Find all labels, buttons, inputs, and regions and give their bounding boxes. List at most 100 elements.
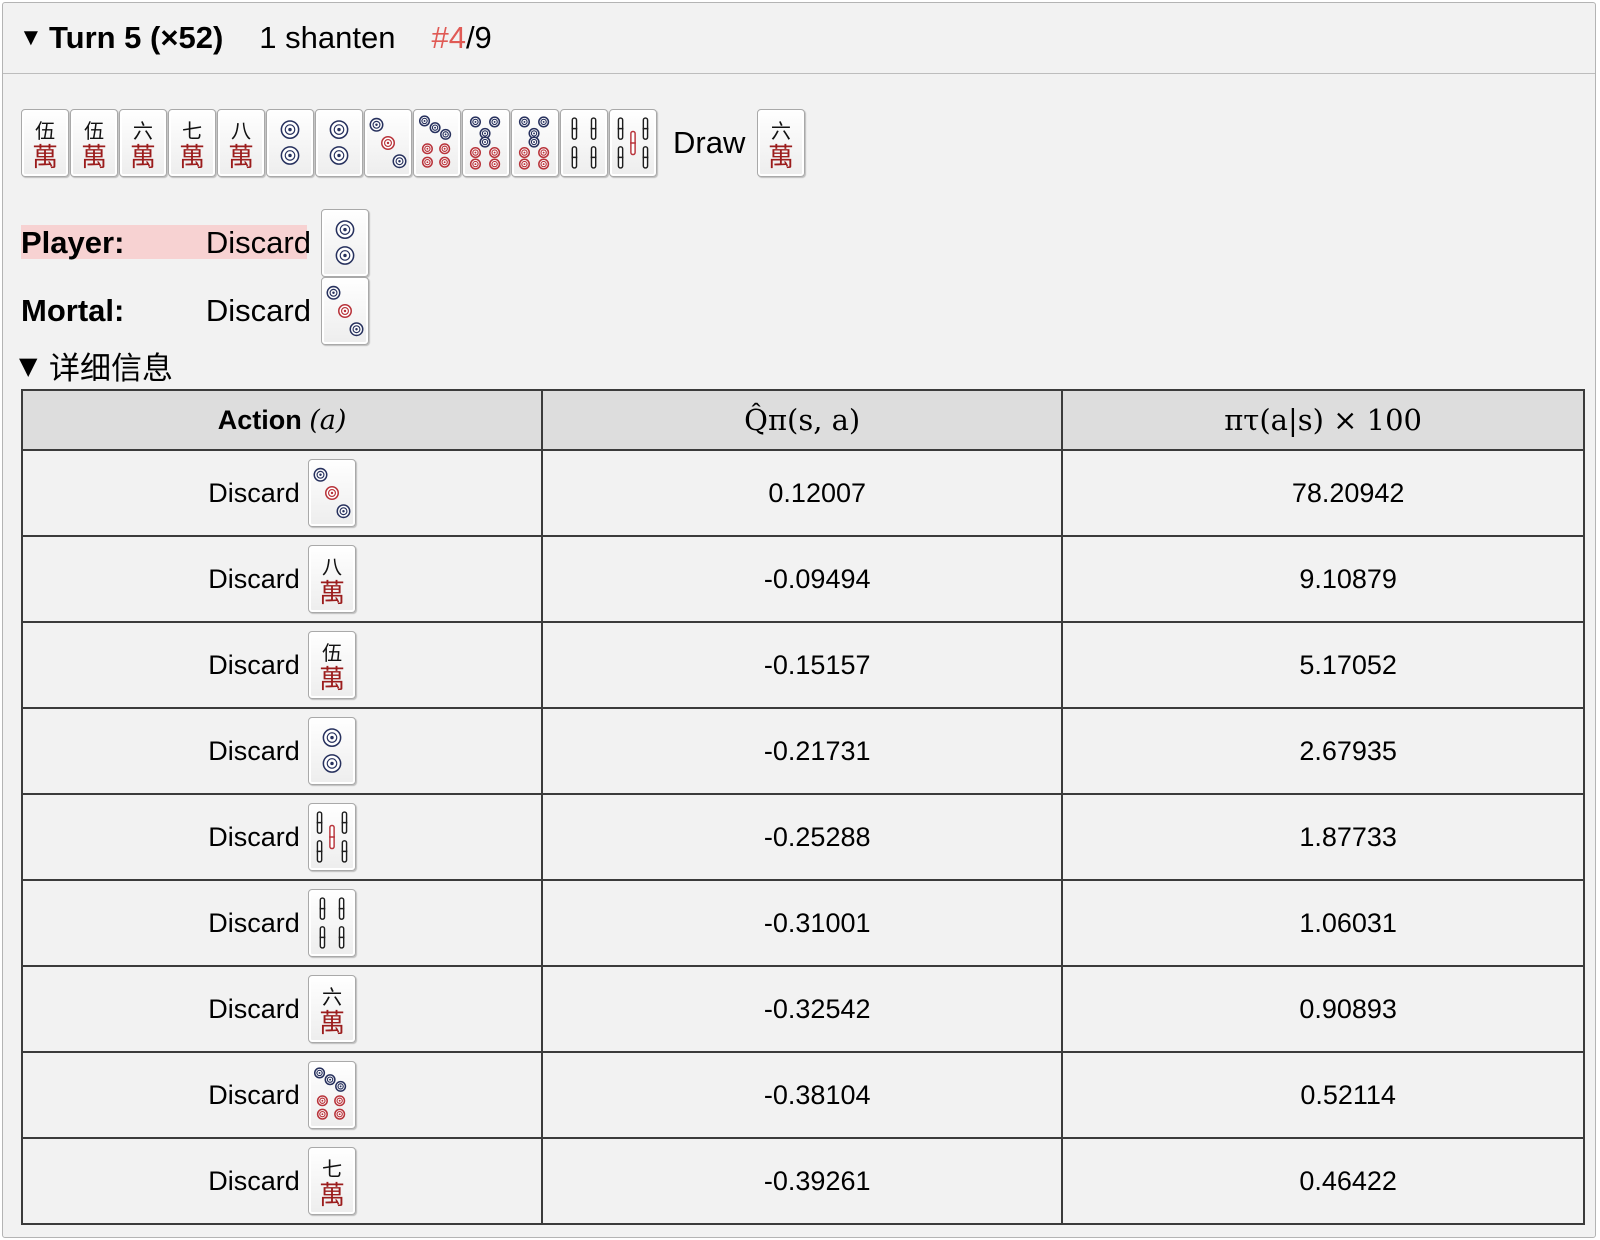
action-cell-content: Discard 六萬 [23, 975, 541, 1043]
action-label: Discard [208, 907, 300, 938]
action-cell: Discard [20, 449, 544, 537]
svg-text:六: 六 [771, 119, 791, 143]
action-label: Discard [208, 563, 300, 594]
action-label: Discard [208, 993, 300, 1024]
details-summary-label: 详细信息 [49, 351, 173, 387]
draw-tile: 六萬 [757, 109, 806, 177]
policy-cell: 0.90893 [1061, 965, 1585, 1053]
svg-text:萬: 萬 [319, 1181, 345, 1211]
turn-panel: ▼ Turn 5 (×52) 1 shanten #4/9 伍萬伍萬六萬七萬八萬… [2, 2, 1596, 1238]
policy-cell: 5.17052 [1061, 621, 1585, 709]
q-value-cell: -0.15157 [541, 621, 1064, 709]
q-value-cell: -0.31001 [541, 879, 1064, 967]
q-value-cell: -0.32542 [541, 965, 1064, 1053]
mortal-decision: Mortal: Discard [21, 277, 369, 345]
rank-index: #4 [431, 20, 466, 55]
table-row: Discard 六萬 -0.32542 0.90893 [20, 965, 1585, 1053]
action-cell-content: Discard [23, 459, 541, 527]
two-pin-tile-icon [315, 109, 363, 177]
table-row: Discard -0.21731 2.67935 [20, 707, 1585, 795]
svg-text:萬: 萬 [319, 579, 345, 609]
svg-text:萬: 萬 [130, 143, 156, 173]
player-discard-tile [321, 209, 369, 277]
action-cell-content: Discard [23, 889, 541, 957]
hand-row: 伍萬伍萬六萬七萬八萬 Draw 六萬 [21, 109, 806, 177]
draw-label: Draw [673, 125, 746, 160]
policy-cell: 1.06031 [1061, 879, 1585, 967]
q-value-cell: -0.21731 [541, 707, 1064, 795]
policy-cell: 1.87733 [1061, 793, 1585, 881]
turn-title: Turn 5 (×52) [49, 20, 224, 55]
q-value-cell: -0.25288 [541, 793, 1064, 881]
action-label: Discard [208, 821, 300, 852]
action-cell: Discard [20, 793, 544, 881]
svg-text:伍: 伍 [35, 119, 55, 143]
column-header-action: Action (a) [20, 389, 544, 451]
disclosure-triangle-icon: ▼ [19, 24, 43, 51]
eight-man-tile-icon: 八萬 [217, 109, 265, 177]
details-toggle[interactable]: ▼ 详细信息 [19, 343, 173, 388]
action-cell-content: Discard 八萬 [23, 545, 541, 613]
seven-man-tile-icon: 七萬 [168, 109, 216, 177]
seven-pin-tile-icon [413, 109, 461, 177]
policy-cell: 0.52114 [1061, 1051, 1585, 1139]
action-cell-content: Discard [23, 717, 541, 785]
svg-text:伍: 伍 [84, 119, 104, 143]
seven-pin-tile-icon [307, 1061, 356, 1129]
turn-summary-toggle[interactable]: ▼ Turn 5 (×52) 1 shanten #4/9 [3, 3, 1595, 74]
shanten-count: 1 shanten [259, 20, 396, 55]
svg-text:七: 七 [322, 1157, 342, 1181]
five-sou-tile-icon [307, 803, 356, 871]
table-row: Discard 七萬 -0.39261 0.46422 [20, 1137, 1585, 1225]
action-label: Discard [208, 735, 300, 766]
action-label: Discard [208, 1165, 300, 1196]
two-pin-tile-icon [307, 717, 356, 785]
player-action: Discard [205, 225, 311, 260]
mortal-discard-tile [321, 277, 369, 345]
svg-text:八: 八 [322, 555, 342, 579]
q-value-cell: -0.09494 [541, 535, 1064, 623]
action-cell: Discard 七萬 [20, 1137, 544, 1225]
column-header-policy: πτ(a|s) × 100 [1061, 389, 1585, 451]
action-table: Action (a) Q̂π(s, a) πτ(a|s) × 100 Disca… [20, 389, 1585, 1225]
player-decision: Player: Discard [21, 209, 369, 277]
svg-text:萬: 萬 [228, 143, 254, 173]
svg-text:萬: 萬 [179, 143, 205, 173]
five-man-tile-icon: 伍萬 [21, 109, 69, 177]
action-label: Discard [208, 649, 300, 680]
eight-man-tile-icon: 八萬 [307, 545, 356, 613]
action-cell-content: Discard 伍萬 [23, 631, 541, 699]
action-label: Discard [208, 477, 300, 508]
action-cell: Discard 伍萬 [20, 621, 544, 709]
column-header-q-value: Q̂π(s, a) [541, 389, 1064, 451]
svg-text:萬: 萬 [319, 1009, 345, 1039]
five-sou-tile-icon [609, 109, 657, 177]
q-value-cell: 0.12007 [541, 449, 1064, 537]
action-cell-content: Discard [23, 803, 541, 871]
svg-text:萬: 萬 [768, 143, 794, 173]
action-cell: Discard [20, 1051, 544, 1139]
svg-text:萬: 萬 [81, 143, 107, 173]
q-value-cell: -0.39261 [541, 1137, 1064, 1225]
action-header-var: (a) [309, 404, 347, 436]
svg-text:六: 六 [322, 985, 342, 1009]
seven-man-tile-icon: 七萬 [307, 1147, 356, 1215]
player-label: Player: [21, 225, 125, 260]
table-row: Discard 0.12007 78.20942 [20, 449, 1585, 537]
action-cell-content: Discard 七萬 [23, 1147, 541, 1215]
policy-cell: 78.20942 [1061, 449, 1585, 537]
svg-text:伍: 伍 [322, 641, 342, 665]
action-header-label: Action [217, 404, 302, 435]
three-pin-tile-icon [364, 109, 412, 177]
table-row: Discard -0.38104 0.52114 [20, 1051, 1585, 1139]
mortal-action: Discard [205, 293, 311, 328]
three-pin-tile-icon [307, 459, 356, 527]
svg-text:七: 七 [182, 119, 202, 143]
eight-pin-tile-icon [462, 109, 510, 177]
two-pin-tile-icon [266, 109, 314, 177]
table-row: Discard -0.25288 1.87733 [20, 793, 1585, 881]
five-man-tile-icon: 伍萬 [70, 109, 118, 177]
rank-total: /9 [465, 20, 492, 55]
policy-cell: 9.10879 [1061, 535, 1585, 623]
four-sou-tile-icon [307, 889, 356, 957]
